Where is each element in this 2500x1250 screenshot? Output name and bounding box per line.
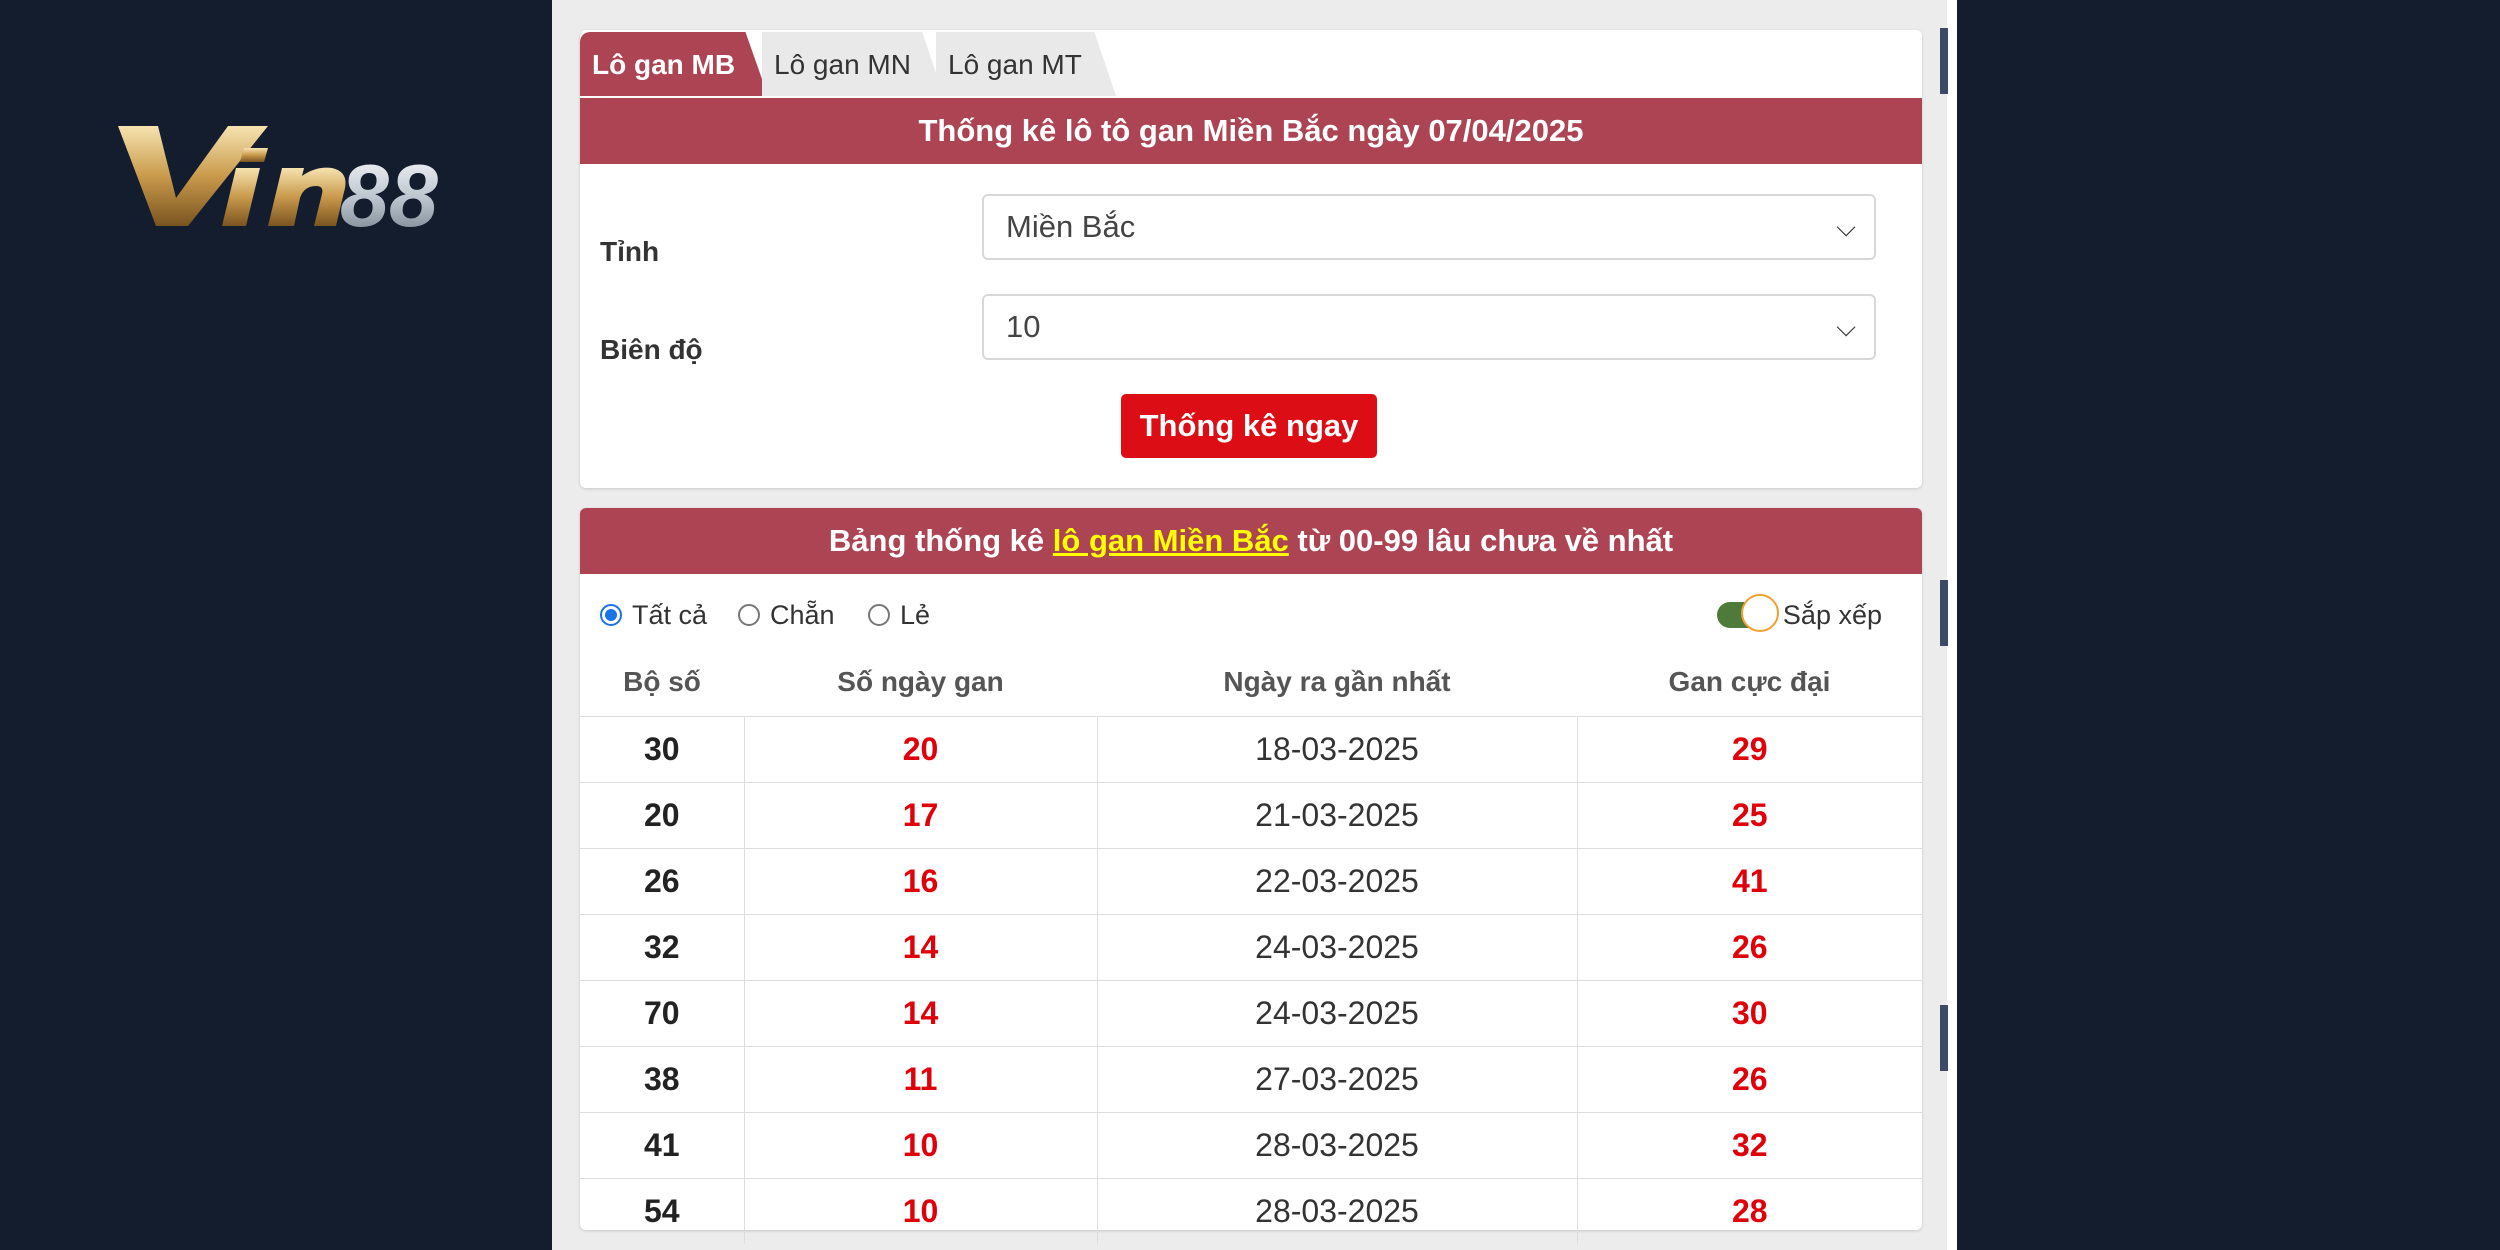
sort-label: Sắp xếp — [1782, 599, 1882, 630]
table-row: 30 20 18-03-2025 29 — [580, 716, 1922, 783]
column-header: Gan cực đại — [1577, 648, 1922, 717]
table-header-row: Bộ số Số ngày gan Ngày ra gần nhất Gan c… — [580, 648, 1922, 717]
days-cell: 14 — [743, 914, 1097, 981]
tab-lo-gan-mn[interactable]: Lô gan MN — [762, 32, 944, 96]
column-header: Ngày ra gần nhất — [1097, 648, 1577, 717]
table-row: 20 17 21-03-2025 25 — [580, 782, 1922, 849]
vin88-logo[interactable]: 88 — [118, 118, 488, 245]
number-cell: 38 — [580, 1046, 744, 1113]
results-title-prefix: Bảng thống kê — [828, 523, 1045, 558]
last-date-cell: 24-03-2025 — [1096, 980, 1577, 1047]
filter-radio-odd[interactable]: Lẻ — [868, 590, 930, 640]
province-select[interactable]: Miền Bắc ⌵ — [982, 194, 1876, 260]
last-date-cell: 21-03-2025 — [1096, 782, 1577, 849]
filter-radio-even[interactable]: Chẵn — [738, 590, 835, 640]
number-cell: 41 — [580, 1112, 744, 1179]
side-mark — [1940, 1005, 1948, 1071]
side-mark — [1940, 580, 1948, 646]
submit-button[interactable]: Thống kê ngay — [1121, 394, 1377, 458]
last-date-cell: 24-03-2025 — [1096, 914, 1577, 981]
filter-bar: Tất cả Chẵn Lẻ Sắp xếp — [580, 590, 1922, 640]
radio-selected-icon — [600, 604, 622, 626]
days-cell: 11 — [743, 1046, 1097, 1113]
range-select[interactable]: 10 ⌵ — [982, 294, 1876, 360]
max-gan-cell: 32 — [1576, 1112, 1922, 1179]
days-cell: 10 — [743, 1112, 1097, 1179]
table-row: 32 14 24-03-2025 26 — [580, 914, 1922, 981]
side-mark — [1940, 28, 1948, 94]
days-cell: 17 — [743, 782, 1097, 849]
max-gan-cell: 25 — [1576, 782, 1922, 849]
number-cell: 26 — [580, 848, 744, 915]
days-cell: 10 — [743, 1178, 1097, 1244]
results-card: Bảng thống kê lô gan Miền Bắc từ 00-99 l… — [580, 508, 1922, 1244]
filter-label: Tất cả — [632, 599, 708, 630]
lo-gan-table: Bộ số Số ngày gan Ngày ra gần nhất Gan c… — [580, 648, 1922, 1244]
radio-icon — [868, 604, 890, 626]
days-cell: 14 — [743, 980, 1097, 1047]
max-gan-cell: 26 — [1576, 1046, 1922, 1113]
days-cell: 20 — [743, 716, 1097, 783]
last-date-cell: 18-03-2025 — [1096, 716, 1577, 783]
province-select-value: Miền Bắc — [1006, 209, 1136, 244]
lo-gan-form-card: Lô gan MB Lô gan MN Lô gan MT Thống kê l… — [580, 30, 1922, 488]
filter-radio-all[interactable]: Tất cả — [600, 590, 707, 640]
max-gan-cell: 29 — [1576, 716, 1922, 783]
table-row: 38 11 27-03-2025 26 — [580, 1046, 1922, 1113]
table-row: 26 16 22-03-2025 41 — [580, 848, 1922, 915]
results-title: Bảng thống kê lô gan Miền Bắc từ 00-99 l… — [580, 508, 1922, 574]
results-title-suffix: từ 00-99 lâu chưa về nhất — [1297, 523, 1674, 558]
last-date-cell: 22-03-2025 — [1096, 848, 1577, 915]
sort-toggle[interactable]: Sắp xếp — [1716, 590, 1882, 640]
last-date-cell: 28-03-2025 — [1096, 1178, 1577, 1244]
logo-digits: 88 — [340, 146, 438, 233]
days-cell: 16 — [743, 848, 1097, 915]
filter-label: Chẵn — [770, 599, 835, 630]
table-row: 70 14 24-03-2025 30 — [580, 980, 1922, 1047]
province-label: Tỉnh — [600, 236, 660, 267]
vin88-logo-graphic: 88 — [118, 126, 438, 245]
chevron-down-icon: ⌵ — [1836, 312, 1856, 342]
last-date-cell: 27-03-2025 — [1096, 1046, 1577, 1113]
column-header: Số ngày gan — [744, 648, 1097, 717]
number-cell: 30 — [580, 716, 744, 783]
table-row: 54 10 28-03-2025 28 — [580, 1178, 1922, 1244]
number-cell: 20 — [580, 782, 744, 849]
toggle-switch-icon — [1716, 594, 1779, 632]
radio-icon — [738, 604, 760, 626]
tab-lo-gan-mb[interactable]: Lô gan MB — [580, 32, 768, 96]
max-gan-cell: 30 — [1576, 980, 1922, 1047]
last-date-cell: 28-03-2025 — [1096, 1112, 1577, 1179]
results-title-link[interactable]: lô gan Miền Bắc — [1053, 523, 1289, 558]
table-row: 41 10 28-03-2025 32 — [580, 1112, 1922, 1179]
max-gan-cell: 28 — [1576, 1178, 1922, 1244]
range-label: Biên độ — [600, 334, 703, 365]
filter-label: Lẻ — [900, 599, 931, 630]
number-cell: 32 — [580, 914, 744, 981]
max-gan-cell: 41 — [1576, 848, 1922, 915]
range-select-value: 10 — [1006, 309, 1041, 344]
tab-lo-gan-mt[interactable]: Lô gan MT — [936, 32, 1116, 96]
column-header: Bộ số — [580, 648, 744, 717]
max-gan-cell: 26 — [1576, 914, 1922, 981]
right-strip — [1947, 0, 1957, 1250]
number-cell: 54 — [580, 1178, 744, 1244]
number-cell: 70 — [580, 980, 744, 1047]
form-title: Thống kê lô tô gan Miền Bắc ngày 07/04/2… — [580, 98, 1922, 164]
region-tabs: Lô gan MB Lô gan MN Lô gan MT — [580, 30, 1922, 98]
chevron-down-icon: ⌵ — [1836, 212, 1856, 242]
